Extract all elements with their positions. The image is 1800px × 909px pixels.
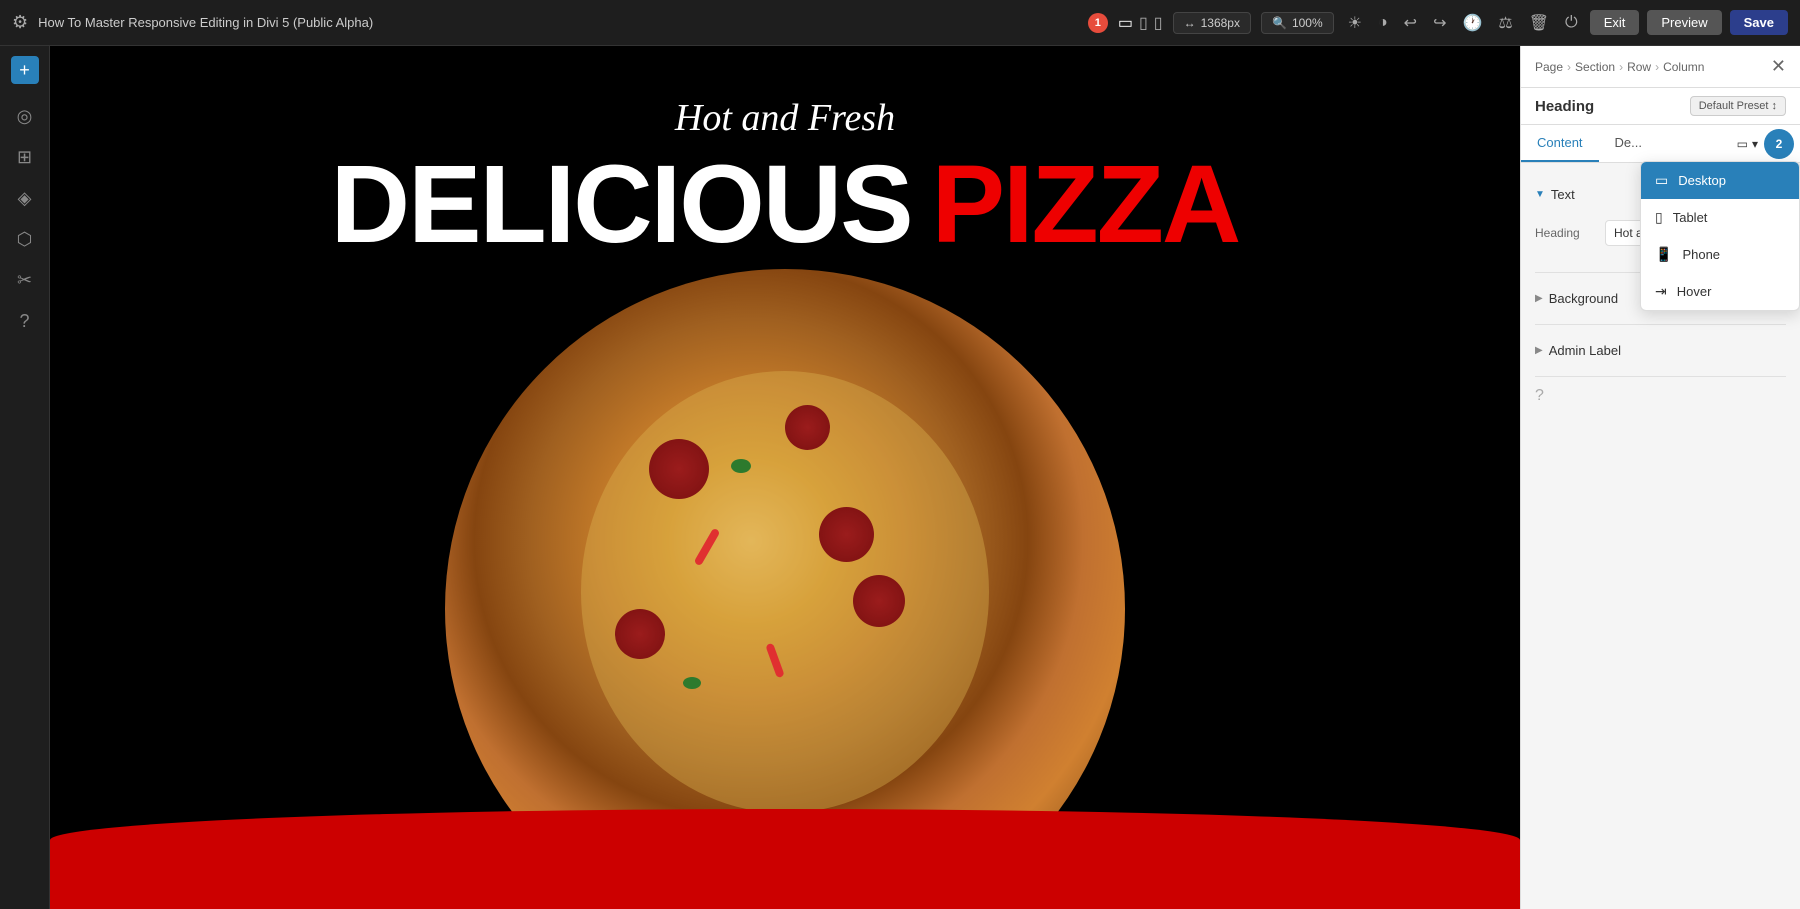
page-title: How To Master Responsive Editing in Divi… — [38, 15, 1078, 30]
panel-tabs: Content De... ▭ ▾ 2 ▭ Desktop — [1521, 125, 1800, 163]
hero-section: Hot and Fresh DELICIOUS PIZZA — [50, 46, 1520, 909]
background-arrow: ▶ — [1535, 293, 1543, 304]
divider-3 — [1535, 376, 1786, 377]
tablet-dropdown-icon: ▯ — [1655, 209, 1663, 226]
tab-content[interactable]: Content — [1521, 125, 1599, 162]
admin-arrow: ▶ — [1535, 345, 1543, 356]
heading-field-label: Heading — [1535, 226, 1605, 240]
zoom-display[interactable]: 🔍 100% — [1261, 12, 1334, 34]
desktop-label: Desktop — [1678, 173, 1726, 188]
panel-title: Heading — [1535, 98, 1594, 115]
main-layout: + ◎ ⊞ ◈ ⬡ ✂ ? Hot and Fresh DELICIOUS PI — [0, 46, 1800, 909]
hover-dropdown-icon: ⇥ — [1655, 283, 1667, 300]
gear-button[interactable]: ⚙ — [12, 12, 28, 33]
dropdown-tablet[interactable]: ▯ Tablet — [1641, 199, 1799, 236]
admin-label-text: Admin Label — [1549, 343, 1621, 358]
topbar: ⚙ How To Master Responsive Editing in Di… — [0, 0, 1800, 46]
templates-icon: ⬡ — [17, 229, 33, 250]
hero-title: DELICIOUS PIZZA — [331, 150, 1240, 260]
phone-label: Phone — [1682, 247, 1720, 262]
breadcrumb: Page › Section › Row › Column — [1535, 60, 1704, 74]
canvas[interactable]: Hot and Fresh DELICIOUS PIZZA — [50, 46, 1520, 909]
hover-label: Hover — [1677, 284, 1712, 299]
help-icon: ? — [19, 311, 29, 332]
mobile-icon[interactable]: ▯ — [1154, 13, 1163, 33]
theme-toggle[interactable]: ◑ — [1374, 10, 1392, 36]
scissors-icon: ✂ — [17, 270, 32, 291]
breadcrumb-column[interactable]: Column — [1663, 60, 1704, 74]
dropdown-phone[interactable]: 📱 Phone — [1641, 236, 1799, 273]
save-button[interactable]: Save — [1730, 10, 1788, 35]
sidebar-grid-button[interactable]: ⊞ — [9, 139, 40, 176]
hero-title-red: PIZZA — [932, 150, 1240, 260]
canvas-inner: Hot and Fresh DELICIOUS PIZZA — [50, 46, 1520, 909]
grid-icon: ⊞ — [17, 147, 32, 168]
text-toggle-arrow: ▼ — [1535, 189, 1545, 200]
badge-2: 2 — [1776, 137, 1783, 151]
dropdown-desktop[interactable]: ▭ Desktop — [1641, 162, 1799, 199]
phone-dropdown-icon: 📱 — [1655, 246, 1672, 263]
tablet-icon[interactable]: ▯ — [1139, 13, 1148, 33]
breadcrumb-page[interactable]: Page — [1535, 60, 1563, 74]
background-label: Background — [1549, 291, 1618, 306]
sidebar-scissors-button[interactable]: ✂ — [9, 262, 40, 299]
sidebar-modules-button[interactable]: ◈ — [10, 180, 40, 217]
badge-2-circle: 2 — [1764, 129, 1794, 159]
dropdown-chevron: ▾ — [1752, 137, 1758, 151]
search-icon: 🔍 — [1272, 16, 1287, 30]
dropdown-hover[interactable]: ⇥ Hover — [1641, 273, 1799, 310]
device-dropdown: ▭ Desktop ▯ Tablet 📱 Phone ⇥ Hover — [1640, 161, 1800, 311]
breadcrumb-row[interactable]: Row — [1627, 60, 1651, 74]
device-selector-area: ▭ ▾ 2 ▭ Desktop ▯ Tablet — [1731, 125, 1800, 162]
px-value: 1368px — [1201, 16, 1240, 30]
trash-button[interactable]: 🗑 — [1525, 9, 1553, 37]
sidebar-templates-button[interactable]: ⬡ — [9, 221, 41, 258]
device-selector-button[interactable]: ▭ ▾ — [1731, 129, 1764, 159]
panel-title-row: Heading Default Preset ↕ — [1521, 88, 1800, 125]
red-wave — [50, 809, 1520, 909]
preset-button[interactable]: Default Preset ↕ — [1690, 96, 1786, 116]
right-panel: Page › Section › Row › Column ✕ Heading … — [1520, 46, 1800, 909]
hero-subtitle: Hot and Fresh — [675, 96, 895, 140]
zoom-value: 100% — [1292, 16, 1323, 30]
breadcrumb-section[interactable]: Section — [1575, 60, 1615, 74]
desktop-small-icon: ▭ — [1737, 137, 1748, 151]
tab-design[interactable]: De... — [1599, 125, 1658, 162]
add-element-button[interactable]: + — [11, 56, 39, 84]
settings-button[interactable]: ⚖ — [1494, 9, 1516, 37]
sun-icon[interactable]: ☀ — [1344, 9, 1366, 37]
sidebar-layers-button[interactable]: ◎ — [9, 98, 41, 135]
panel-header: Page › Section › Row › Column ✕ — [1521, 46, 1800, 88]
close-panel-button[interactable]: ✕ — [1771, 56, 1786, 77]
hero-title-white: DELICIOUS — [331, 150, 912, 260]
undo-button[interactable]: ↩ — [1400, 9, 1421, 37]
left-sidebar: + ◎ ⊞ ◈ ⬡ ✂ ? — [0, 46, 50, 909]
admin-label-section-header[interactable]: ▶ Admin Label — [1535, 333, 1786, 368]
history-button[interactable]: 🕐 — [1458, 9, 1486, 37]
px-display[interactable]: ↔ 1368px — [1173, 12, 1251, 34]
device-icons: ▭ ▯ ▯ — [1118, 13, 1163, 33]
redo-button[interactable]: ↪ — [1429, 9, 1450, 37]
desktop-icon[interactable]: ▭ — [1118, 13, 1133, 33]
exit-button[interactable]: Exit — [1590, 10, 1640, 35]
desktop-dropdown-icon: ▭ — [1655, 172, 1668, 189]
plus-icon: + — [19, 60, 30, 81]
help-icon[interactable]: ? — [1535, 387, 1786, 405]
ruler-icon: ↔ — [1184, 16, 1196, 30]
tablet-label: Tablet — [1673, 210, 1708, 225]
topbar-right: ☀ ◑ ↩ ↪ 🕐 ⚖ 🗑 ⏻ Exit Preview Save — [1344, 9, 1788, 37]
badge-1[interactable]: 1 — [1088, 13, 1108, 33]
divider-2 — [1535, 324, 1786, 325]
preview-button[interactable]: Preview — [1647, 10, 1721, 35]
power-button[interactable]: ⏻ — [1561, 10, 1582, 36]
sidebar-help-button[interactable]: ? — [11, 303, 37, 340]
modules-icon: ◈ — [18, 188, 32, 209]
layers-icon: ◎ — [17, 106, 33, 127]
text-section-label: Text — [1551, 187, 1575, 202]
